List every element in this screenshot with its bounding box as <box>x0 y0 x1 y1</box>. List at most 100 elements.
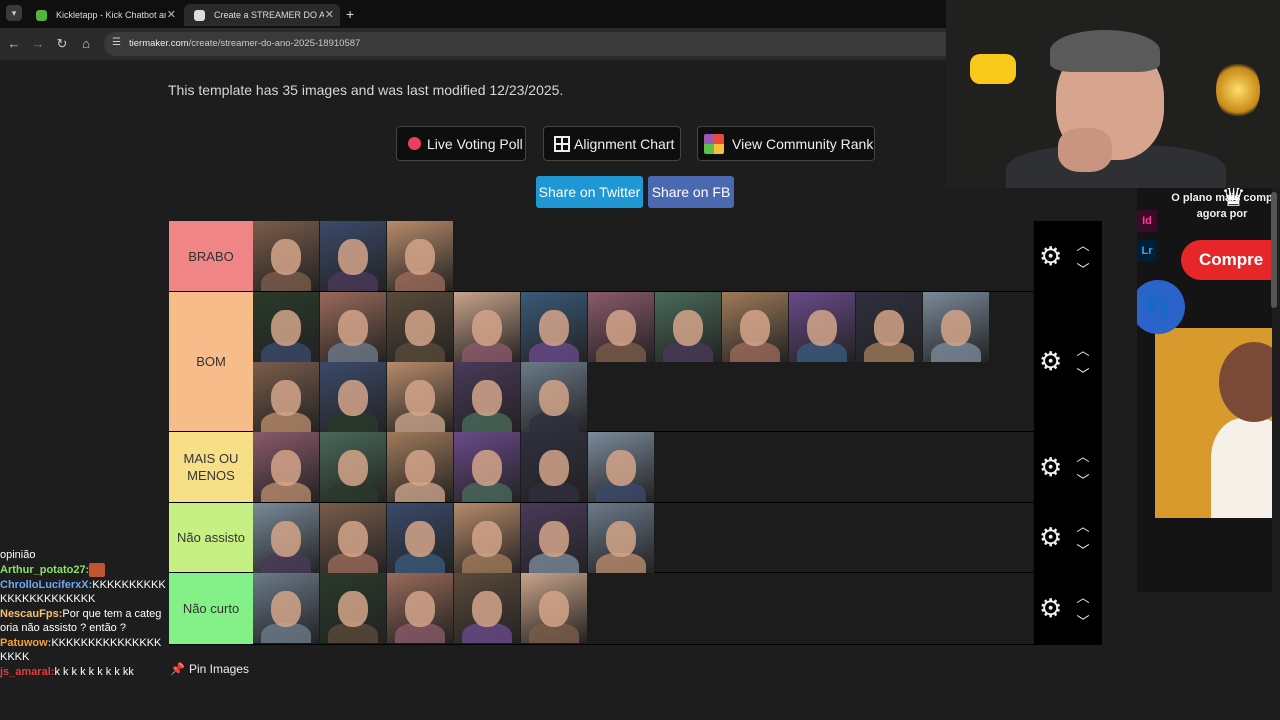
thumbnail-face <box>539 380 569 416</box>
tier-items[interactable] <box>253 432 1033 502</box>
chevron-up-icon[interactable]: ︿ <box>1076 587 1090 606</box>
streamer-thumbnail[interactable] <box>387 432 453 502</box>
streamer-thumbnail[interactable] <box>387 573 453 643</box>
gear-icon[interactable]: ⚙ <box>1039 595 1062 621</box>
ad-buy-button[interactable]: Compre <box>1181 240 1272 280</box>
streamer-thumbnail[interactable] <box>320 362 386 432</box>
streamer-thumbnail[interactable] <box>722 292 788 362</box>
thumbnail-face <box>539 591 569 627</box>
tier-items[interactable] <box>253 503 1033 573</box>
streamer-thumbnail[interactable] <box>454 503 520 573</box>
streamer-thumbnail[interactable] <box>320 292 386 362</box>
chat-username[interactable]: Arthur_potato27: <box>0 564 89 576</box>
arrow-right-icon[interactable]: → <box>30 36 46 52</box>
streamer-thumbnail[interactable] <box>253 503 319 573</box>
chevron-down-icon[interactable]: ﹀ <box>1076 611 1090 630</box>
record-dot-icon <box>408 137 421 150</box>
streamer-thumbnail[interactable] <box>253 432 319 502</box>
streamer-thumbnail[interactable] <box>521 432 587 502</box>
gear-icon[interactable]: ⚙ <box>1039 348 1062 374</box>
browser-tab-kicklet[interactable]: Kickletapp - Kick Chatbot and ✕ <box>26 4 182 26</box>
streamer-thumbnail[interactable] <box>521 503 587 573</box>
tier-label[interactable]: BRABO <box>169 221 253 291</box>
chevron-down-icon[interactable]: ▾ <box>6 5 22 21</box>
streamer-thumbnail[interactable] <box>454 292 520 362</box>
streamer-thumbnail[interactable] <box>253 292 319 362</box>
streamer-thumbnail[interactable] <box>655 292 721 362</box>
chat-message: js_amaral:k k k k k k k k kk <box>0 665 166 679</box>
gear-icon[interactable]: ⚙ <box>1039 243 1062 269</box>
arrow-left-icon[interactable]: ← <box>6 36 22 52</box>
streamer-thumbnail[interactable] <box>320 432 386 502</box>
tier-items[interactable] <box>253 573 1033 644</box>
streamer-thumbnail[interactable] <box>253 362 319 432</box>
browser-tab-bar: ▾ Kickletapp - Kick Chatbot and ✕ Create… <box>0 0 946 28</box>
tier-label[interactable]: MAIS OU MENOS <box>169 432 253 502</box>
streamer-thumbnail[interactable] <box>387 362 453 432</box>
close-icon[interactable]: ✕ <box>325 8 334 21</box>
streamer-thumbnail[interactable] <box>588 503 654 573</box>
chat-username[interactable]: NescauFps: <box>0 608 62 620</box>
tier-items[interactable] <box>253 221 1033 291</box>
streamer-thumbnail[interactable] <box>253 573 319 643</box>
thumbnail-face <box>807 310 837 346</box>
tier-controls: ⚙ ︿ ﹀ <box>1034 503 1102 572</box>
chevron-down-icon[interactable]: ﹀ <box>1076 470 1090 489</box>
chevron-up-icon[interactable]: ︿ <box>1076 235 1090 254</box>
tune-icon[interactable]: ☰ <box>112 37 121 48</box>
streamer-thumbnail[interactable] <box>454 362 520 432</box>
streamer-thumbnail[interactable] <box>521 292 587 362</box>
chevron-up-icon[interactable]: ︿ <box>1076 340 1090 359</box>
streamer-thumbnail[interactable] <box>320 221 386 291</box>
streamer-thumbnail[interactable] <box>454 432 520 502</box>
chat-username[interactable]: Patuwow: <box>0 637 51 649</box>
scrollbar[interactable] <box>1271 192 1277 308</box>
alignment-chart-button[interactable]: Alignment Chart <box>543 126 681 161</box>
chat-username[interactable]: js_amaral: <box>0 666 54 678</box>
streamer-thumbnail[interactable] <box>253 221 319 291</box>
home-icon[interactable]: ⌂ <box>78 36 94 52</box>
streamer-thumbnail[interactable] <box>320 573 386 643</box>
address-bar[interactable]: ☰ tiermaker.com/create/streamer-do-ano-2… <box>104 32 946 56</box>
tier-items[interactable] <box>253 292 1033 432</box>
thumbnail-face <box>539 521 569 557</box>
close-icon[interactable]: ✕ <box>167 8 176 21</box>
gear-icon[interactable]: ⚙ <box>1039 454 1062 480</box>
streamer-thumbnail[interactable] <box>588 432 654 502</box>
streamer-thumbnail[interactable] <box>856 292 922 362</box>
advertisement[interactable]: O plano mais comp agora por Compre Id Lr… <box>1137 188 1272 592</box>
url-text[interactable]: tiermaker.com/create/streamer-do-ano-202… <box>129 38 360 49</box>
plus-icon[interactable]: + <box>346 6 354 22</box>
streamer-thumbnail[interactable] <box>923 292 989 362</box>
view-community-rank-button[interactable]: View Community Rank <box>697 126 875 161</box>
share-twitter-button[interactable]: Share on Twitter <box>536 176 643 208</box>
chat-overlay: opinião Arthur_potato27: ChrolloLuciferxX:… <box>0 548 166 680</box>
streamer-thumbnail[interactable] <box>789 292 855 362</box>
reload-icon[interactable]: ↻ <box>54 36 70 52</box>
tier-label[interactable]: BOM <box>169 292 253 431</box>
thumbnail-face <box>271 450 301 486</box>
pin-images-label: Pin Images <box>188 662 249 676</box>
thumbnail-face <box>338 591 368 627</box>
browser-tab-tiermaker[interactable]: Create a STREAMER DO ANO (2 ✕ <box>184 4 340 26</box>
chevron-down-icon[interactable]: ﹀ <box>1076 259 1090 278</box>
chevron-down-icon[interactable]: ﹀ <box>1076 364 1090 383</box>
share-fb-button[interactable]: Share on FB <box>648 176 734 208</box>
pin-images-toggle[interactable]: 📌 Pin Images <box>170 662 249 676</box>
live-voting-poll-button[interactable]: Live Voting Poll <box>396 126 526 161</box>
tier-label[interactable]: Não curto <box>169 573 253 644</box>
gear-icon[interactable]: ⚙ <box>1039 524 1062 550</box>
streamer-thumbnail[interactable] <box>521 362 587 432</box>
chevron-up-icon[interactable]: ︿ <box>1076 516 1090 535</box>
chat-username[interactable]: ChrolloLuciferxX: <box>0 579 92 591</box>
streamer-thumbnail[interactable] <box>387 503 453 573</box>
streamer-thumbnail[interactable] <box>320 503 386 573</box>
chevron-down-icon[interactable]: ﹀ <box>1076 540 1090 559</box>
tier-label[interactable]: Não assisto <box>169 503 253 572</box>
streamer-thumbnail[interactable] <box>454 573 520 643</box>
streamer-thumbnail[interactable] <box>387 292 453 362</box>
streamer-thumbnail[interactable] <box>521 573 587 643</box>
streamer-thumbnail[interactable] <box>387 221 453 291</box>
chevron-up-icon[interactable]: ︿ <box>1076 446 1090 465</box>
streamer-thumbnail[interactable] <box>588 292 654 362</box>
